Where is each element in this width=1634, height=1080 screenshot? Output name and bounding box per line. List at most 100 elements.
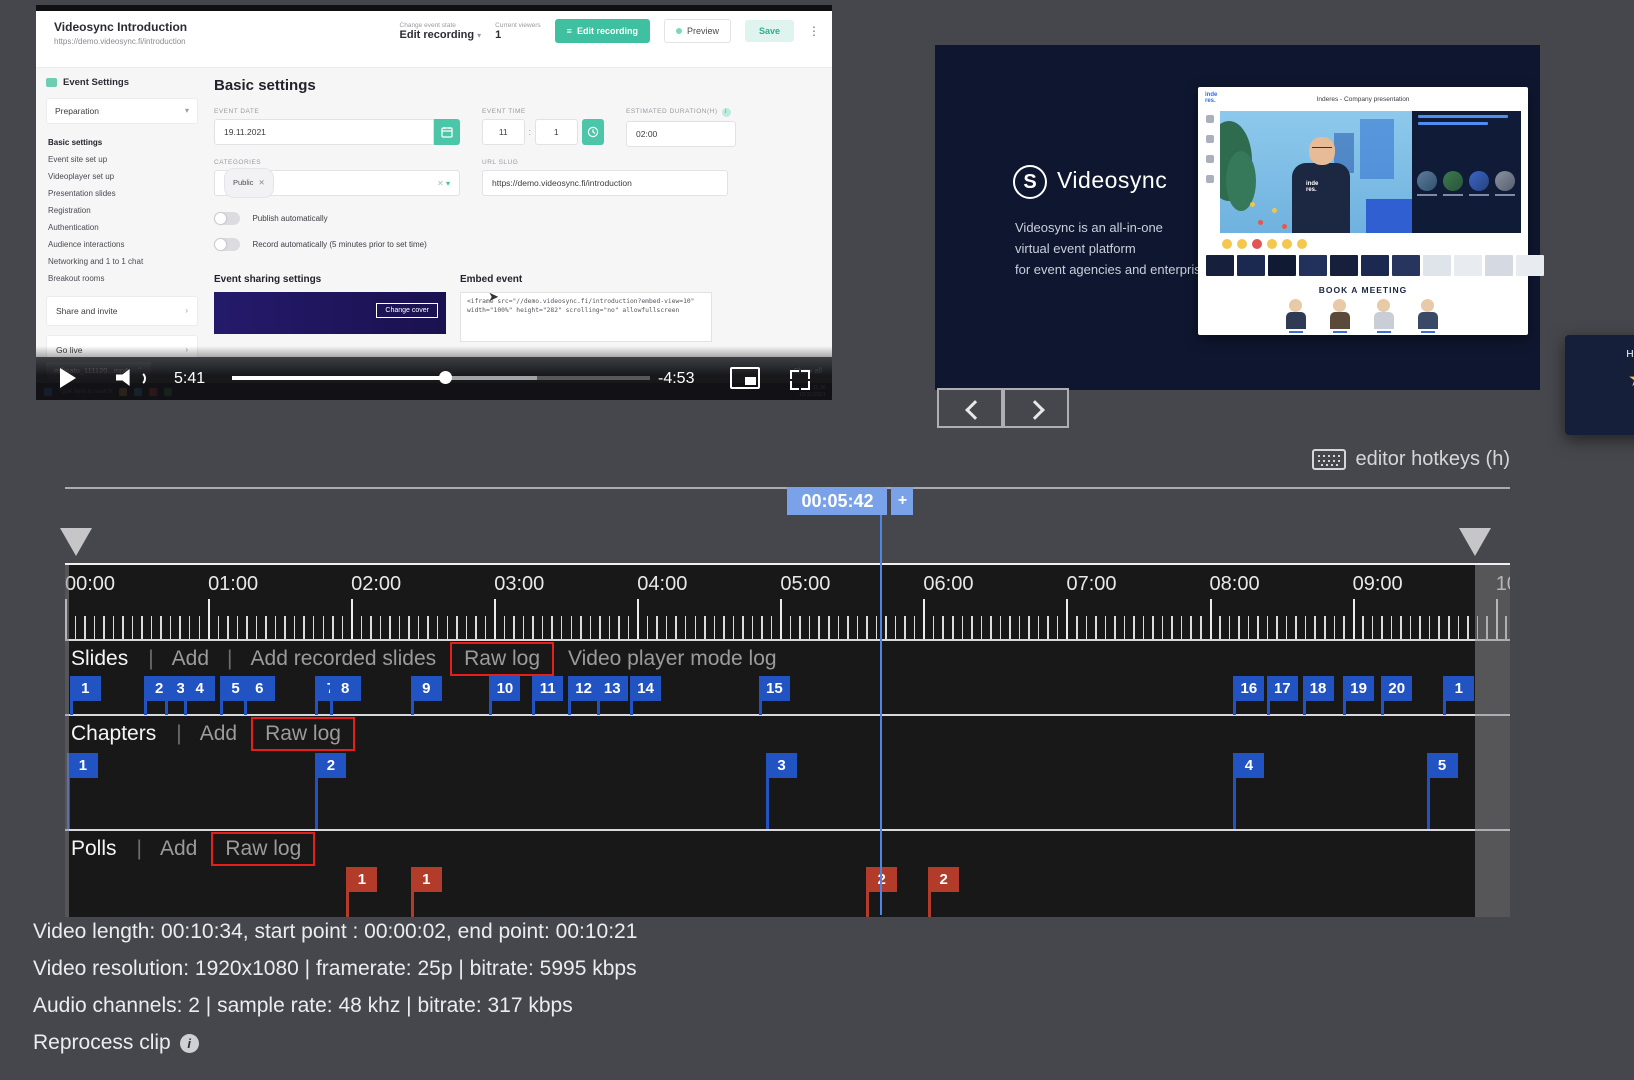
ruler-tick xyxy=(1391,616,1393,639)
editor-hotkeys-toggle[interactable]: editor hotkeys (h) xyxy=(1312,448,1510,471)
sidebar-item[interactable]: Presentation slides xyxy=(46,185,198,202)
sidebar-item[interactable]: Registration xyxy=(46,202,198,219)
save-button[interactable]: Save xyxy=(745,20,794,42)
ruler-tick xyxy=(485,616,487,639)
embed-heading: Embed event xyxy=(460,274,712,285)
chapter-marker[interactable]: 5 xyxy=(1427,753,1458,778)
sidebar-item[interactable]: Event site set up xyxy=(46,151,198,168)
calendar-icon[interactable] xyxy=(434,119,460,145)
edit-recording-button[interactable]: ≡ Edit recording xyxy=(555,19,650,43)
slides-add-recorded-slides-button[interactable]: Add recorded slides xyxy=(243,647,445,671)
poll-marker[interactable]: 1 xyxy=(346,867,377,892)
fullscreen-icon[interactable] xyxy=(790,370,810,390)
chapter-marker[interactable]: 2 xyxy=(315,753,346,778)
polls-raw-log-button[interactable]: Raw log xyxy=(211,832,315,866)
clock-icon[interactable] xyxy=(582,119,605,145)
phase-dropdown[interactable]: Preparation ▾ xyxy=(46,98,198,124)
slide-marker[interactable]: 17 xyxy=(1267,676,1298,701)
chapter-marker[interactable]: 3 xyxy=(766,753,797,778)
slides-raw-log-button[interactable]: Raw log xyxy=(450,642,554,676)
avatar xyxy=(1286,299,1306,333)
ruler-tick xyxy=(179,616,181,639)
ruler-tick xyxy=(790,616,792,639)
sidebar-item[interactable]: Authentication xyxy=(46,219,198,236)
record-toggle-row[interactable]: Record automatically (5 minutes prior to… xyxy=(214,236,814,254)
chevron-left-icon xyxy=(965,400,985,420)
playhead[interactable] xyxy=(880,515,882,915)
sidebar-item[interactable]: Audience interactions xyxy=(46,236,198,253)
event-date-field[interactable]: 19.11.2021 xyxy=(214,119,434,145)
slide-marker[interactable]: 11 xyxy=(532,676,563,701)
add-marker-button[interactable]: + xyxy=(891,487,913,515)
sidebar-link[interactable]: Share and invite› xyxy=(46,296,198,326)
chapters-raw-log-button[interactable]: Raw log xyxy=(251,717,355,751)
kebab-menu-icon[interactable]: ⋮ xyxy=(808,24,820,38)
slide-marker[interactable]: 14 xyxy=(630,676,661,701)
slide-marker[interactable]: 12 xyxy=(568,676,599,701)
ruler-tick xyxy=(1229,616,1231,639)
picture-in-picture-icon[interactable] xyxy=(730,367,760,389)
trim-end-handle[interactable] xyxy=(1459,528,1491,556)
sidebar-item[interactable]: Videoplayer set up xyxy=(46,168,198,185)
clear-icon[interactable]: ✕ xyxy=(437,179,446,188)
ruler-tick xyxy=(618,616,620,639)
slide-marker[interactable]: 4 xyxy=(184,676,215,701)
chevron-down-icon[interactable]: ▾ xyxy=(446,179,450,188)
timeline[interactable]: 00:0001:0002:0003:0004:0005:0006:0007:00… xyxy=(65,563,1510,917)
poll-marker[interactable]: 2 xyxy=(928,867,959,892)
publish-toggle[interactable] xyxy=(214,212,240,225)
remove-chip-icon[interactable]: ✕ xyxy=(258,171,264,195)
sidebar-item[interactable]: Basic settings xyxy=(46,134,198,151)
publish-toggle-row[interactable]: Publish automatically xyxy=(214,210,814,228)
slide-marker[interactable]: 18 xyxy=(1303,676,1334,701)
chapter-marker[interactable]: 4 xyxy=(1233,753,1264,778)
url-slug-field[interactable]: https://demo.videosync.fi/introduction xyxy=(482,170,728,196)
ruler-tick xyxy=(1248,616,1250,639)
previous-slide-button[interactable] xyxy=(937,388,1003,428)
event-time-hour-field[interactable]: 11 xyxy=(482,119,525,145)
event-time-minute-field[interactable]: 1 xyxy=(535,119,578,145)
slide-marker[interactable]: 1 xyxy=(1443,676,1474,701)
slide-marker[interactable]: 9 xyxy=(411,676,442,701)
chapter-marker[interactable]: 1 xyxy=(67,753,98,778)
ruler-tick xyxy=(580,616,582,639)
star-icon[interactable]: ★ xyxy=(1628,368,1634,391)
slide-marker[interactable]: 10 xyxy=(489,676,520,701)
sidebar-item[interactable]: Breakout rooms xyxy=(46,270,198,287)
change-cover-button[interactable]: Change cover xyxy=(376,303,438,318)
ruler-tick xyxy=(437,616,439,639)
reprocess-clip-action[interactable]: Reprocess clip i xyxy=(33,1031,199,1055)
slide-marker[interactable]: 19 xyxy=(1343,676,1374,701)
feedback-stars[interactable]: ★★★★★ xyxy=(1565,367,1634,392)
slides-add-button[interactable]: Add xyxy=(164,647,217,671)
slide-marker[interactable]: 1 xyxy=(70,676,101,701)
record-toggle[interactable] xyxy=(214,238,240,251)
submit-button[interactable]: SUBMIT xyxy=(1565,405,1634,414)
duration-field[interactable]: 02:00 xyxy=(626,121,736,147)
chapters-add-button[interactable]: Add xyxy=(192,722,245,746)
categories-field[interactable]: Public✕ ✕ ▾ xyxy=(214,170,460,196)
volume-icon[interactable] xyxy=(116,369,144,387)
play-button[interactable] xyxy=(60,368,76,388)
timecode-badge[interactable]: 00:05:42 xyxy=(787,487,887,515)
slide-marker[interactable]: 13 xyxy=(597,676,628,701)
category-chip-public[interactable]: Public✕ xyxy=(224,168,274,198)
preview-button[interactable]: Preview xyxy=(664,19,731,43)
seek-handle[interactable] xyxy=(439,371,452,384)
slide-marker[interactable]: 6 xyxy=(244,676,275,701)
info-icon[interactable]: i xyxy=(180,1034,199,1053)
slide-marker[interactable]: 15 xyxy=(759,676,790,701)
slides-video-player-mode-log-button[interactable]: Video player mode log xyxy=(560,647,785,671)
polls-add-button[interactable]: Add xyxy=(152,837,205,861)
slide-marker[interactable]: 20 xyxy=(1381,676,1412,701)
trim-start-handle[interactable] xyxy=(60,528,92,556)
next-slide-button[interactable] xyxy=(1003,388,1069,428)
poll-marker[interactable]: 1 xyxy=(411,867,442,892)
slide-marker[interactable]: 8 xyxy=(330,676,361,701)
video-player[interactable]: Videosync Introduction https://demo.vide… xyxy=(36,5,832,400)
seek-bar[interactable] xyxy=(232,376,650,380)
ruler-tick xyxy=(733,616,735,639)
sidebar-item[interactable]: Networking and 1 to 1 chat xyxy=(46,253,198,270)
slide-marker[interactable]: 16 xyxy=(1233,676,1264,701)
change-event-state-dropdown[interactable]: Change event state Edit recording ▾ xyxy=(400,22,482,41)
